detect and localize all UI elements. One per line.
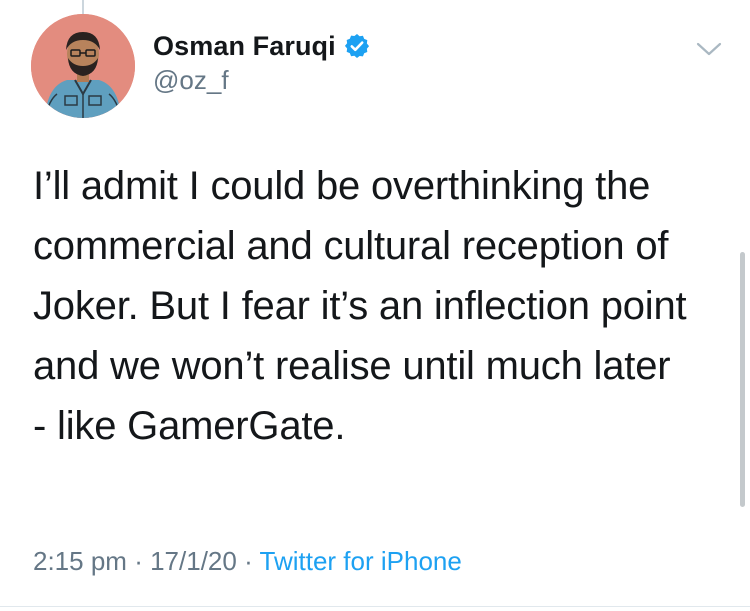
tweet-text: I’ll admit I could be overthinking the c… <box>33 164 687 448</box>
author-handle[interactable]: @oz_f <box>153 65 370 96</box>
avatar[interactable] <box>31 14 135 118</box>
divider <box>0 606 750 607</box>
meta-separator: · <box>244 546 253 576</box>
author-name-row: Osman Faruqi <box>153 29 370 63</box>
scrollbar[interactable] <box>740 252 745 507</box>
tweet-source-link[interactable]: Twitter for iPhone <box>260 546 462 576</box>
avatar-illustration <box>31 14 135 118</box>
thread-connector-line <box>82 0 84 14</box>
meta-separator: · <box>134 546 143 576</box>
chevron-down-icon[interactable] <box>695 38 723 60</box>
author-display-name[interactable]: Osman Faruqi <box>153 31 336 62</box>
verified-badge-icon <box>344 33 370 59</box>
tweet-metadata: 2:15 pm · 17/1/20 · Twitter for iPhone <box>33 546 462 577</box>
tweet-date[interactable]: 17/1/20 <box>150 546 237 576</box>
tweet-time[interactable]: 2:15 pm <box>33 546 127 576</box>
tweet-author[interactable]: Osman Faruqi @oz_f <box>153 29 370 96</box>
